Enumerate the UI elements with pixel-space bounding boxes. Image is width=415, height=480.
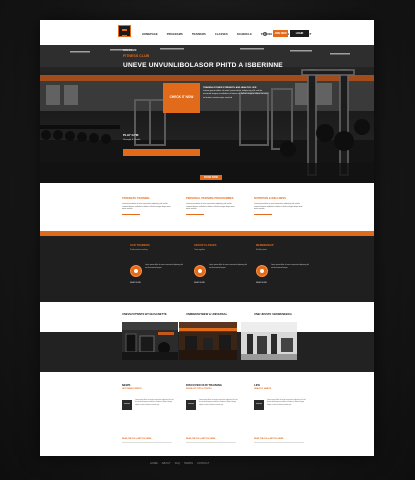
- service-card: OUR TRAINERS Professional coaching Lorem…: [130, 244, 188, 284]
- blog-excerpt: Lorem ipsum dolor sit amet consectetur a…: [135, 400, 174, 406]
- blog-divider: [186, 442, 236, 443]
- feature-text: Lorem ipsum dolor sit amet consectetur a…: [186, 203, 235, 211]
- gallery-image[interactable]: [122, 322, 178, 360]
- blog-divider: [254, 442, 304, 443]
- feature-card: STRENGTH TRAINING Lorem ipsum dolor sit …: [122, 197, 174, 215]
- gallery-title: UNMBWANTBEW & UNIVERSAL: [186, 313, 228, 316]
- blog-heading: DISCOVER OUR TRAINING: [186, 383, 222, 387]
- hero-badge[interactable]: CHECK IT NOW: [163, 83, 200, 113]
- blog-subheading: HEALTHY HABITS: [254, 388, 272, 390]
- services-section: OUR TRAINERS Professional coaching Lorem…: [40, 236, 374, 302]
- service-subtitle: Train together: [194, 249, 206, 251]
- service-card: GROUP CLASSES Train together Lorem ipsum…: [194, 244, 252, 284]
- search-icon[interactable]: [263, 32, 267, 36]
- blog-thumbnail[interactable]: [122, 400, 132, 410]
- blog-read-more-link[interactable]: READ THE FULL ARTICLE HERE: [186, 438, 215, 440]
- service-title: OUR TRAINERS: [130, 244, 150, 247]
- hero-description-body: Lorem ipsum dolor sit amet consectetur a…: [203, 90, 269, 99]
- hero-title: UNEVE UNVUNLIBOLASOR PHITD A ISBERINNE: [123, 62, 283, 69]
- feature-title: NUTRITION & WELLNESS: [254, 197, 286, 200]
- site-header: HOMEPAGE PROGRAMS TRAINERS CLASSES SCHED…: [40, 20, 374, 45]
- gallery-title: UNB UESSTE UBSWENEBOA: [254, 313, 292, 316]
- blog-card: NEWS UPCOMING EVENTS Lorem ipsum dolor s…: [122, 383, 184, 443]
- hero-label: FITNESS CLUB: [123, 54, 150, 58]
- group-icon: [194, 265, 206, 277]
- blog-card: DISCOVER OUR TRAINING WORKOUT TIPS & TRI…: [186, 383, 248, 443]
- blog-card: LIFE HEALTHY HABITS Lorem ipsum dolor si…: [254, 383, 316, 443]
- service-subtitle: Professional coaching: [130, 249, 148, 251]
- service-text: Lorem ipsum dolor sit amet consectetur a…: [145, 265, 183, 269]
- blog-section: NEWS UPCOMING EVENTS Lorem ipsum dolor s…: [40, 372, 374, 456]
- feature-text: Lorem ipsum dolor sit amet consectetur a…: [122, 203, 171, 211]
- blog-subheading: UPCOMING EVENTS: [122, 388, 142, 390]
- hero-cta-button[interactable]: BOOK NOW: [200, 175, 222, 180]
- service-link[interactable]: READ MORE: [256, 282, 267, 284]
- service-card: MEMBERSHIP Flexible plans Lorem ipsum do…: [256, 244, 314, 284]
- join-button[interactable]: JOIN NOW: [273, 30, 288, 37]
- trainer-icon: [130, 265, 142, 277]
- blog-read-more-link[interactable]: READ THE FULL ARTICLE HERE: [254, 438, 283, 440]
- footer-link-terms[interactable]: TERMS: [184, 462, 193, 465]
- nav-item-programs[interactable]: PROGRAMS: [167, 33, 183, 36]
- blog-read-more-link[interactable]: READ THE FULL ARTICLE HERE: [122, 438, 151, 440]
- footer-link-about[interactable]: ABOUT: [162, 462, 171, 465]
- service-text: Lorem ipsum dolor sit amet consectetur a…: [209, 265, 247, 269]
- feature-divider: [254, 214, 272, 215]
- website-mockup: HOMEPAGE PROGRAMS TRAINERS CLASSES SCHED…: [40, 20, 374, 456]
- feature-card: PERSONAL TRAINING PROGRAMMES Lorem ipsum…: [186, 197, 238, 215]
- features-section: STRENGTH TRAINING Lorem ipsum dolor sit …: [40, 183, 374, 231]
- blog-heading: NEWS: [122, 383, 131, 387]
- nav-item-schedule[interactable]: SCHEDULE: [237, 33, 252, 36]
- blog-divider: [122, 442, 172, 443]
- feature-divider: [186, 214, 204, 215]
- blog-excerpt: Lorem ipsum dolor sit amet consectetur a…: [267, 400, 306, 406]
- footer-link-faq[interactable]: FAQ: [175, 462, 180, 465]
- membership-icon: [256, 265, 268, 277]
- feature-card: NUTRITION & WELLNESS Lorem ipsum dolor s…: [254, 197, 306, 215]
- gym-logo[interactable]: [118, 25, 131, 37]
- feature-text: Lorem ipsum dolor sit amet consectetur a…: [254, 203, 303, 211]
- login-button[interactable]: LOGIN: [290, 30, 309, 37]
- footer-link-contact[interactable]: CONTACT: [197, 462, 209, 465]
- blog-thumbnail[interactable]: [254, 400, 264, 410]
- service-title: MEMBERSHIP: [256, 244, 274, 247]
- blog-thumbnail[interactable]: [186, 400, 196, 410]
- gallery-title: UNEVEZUTWNTE BTI BASANETTE: [122, 313, 167, 316]
- blog-subheading: WORKOUT TIPS & TRICKS: [186, 388, 212, 390]
- service-subtitle: Flexible plans: [256, 249, 267, 251]
- page-footer: HOME ABOUT FAQ TERMS CONTACT: [150, 462, 209, 465]
- service-link[interactable]: READ MORE: [130, 282, 141, 284]
- hero-bullet-text: Strength & Cardio: [123, 139, 141, 141]
- hero-eyebrow: WELCOME: [123, 49, 137, 52]
- hero-description: TRAINING POWER STRENGTH AND HEALTHY LIFE…: [203, 87, 269, 100]
- gallery-image[interactable]: [179, 322, 237, 360]
- nav-item-home[interactable]: HOMEPAGE: [142, 33, 158, 36]
- blog-excerpt: Lorem ipsum dolor sit amet consectetur a…: [199, 400, 238, 406]
- footer-link-home[interactable]: HOME: [150, 462, 158, 465]
- hero-section: WELCOME FITNESS CLUB UNEVE UNVUNLIBOLASO…: [40, 45, 374, 183]
- hero-bullet-title: PLAY GYM: [123, 133, 139, 137]
- feature-divider: [122, 214, 140, 215]
- service-text: Lorem ipsum dolor sit amet consectetur a…: [271, 265, 309, 269]
- feature-title: PERSONAL TRAINING PROGRAMMES: [186, 197, 234, 200]
- hero-orange-bar: [123, 149, 200, 156]
- gallery-image[interactable]: [241, 322, 297, 360]
- service-title: GROUP CLASSES: [194, 244, 217, 247]
- service-link[interactable]: READ MORE: [194, 282, 205, 284]
- blog-heading: LIFE: [254, 383, 261, 387]
- feature-title: STRENGTH TRAINING: [122, 197, 150, 200]
- nav-item-classes[interactable]: CLASSES: [215, 33, 228, 36]
- nav-item-trainers[interactable]: TRAINERS: [192, 33, 206, 36]
